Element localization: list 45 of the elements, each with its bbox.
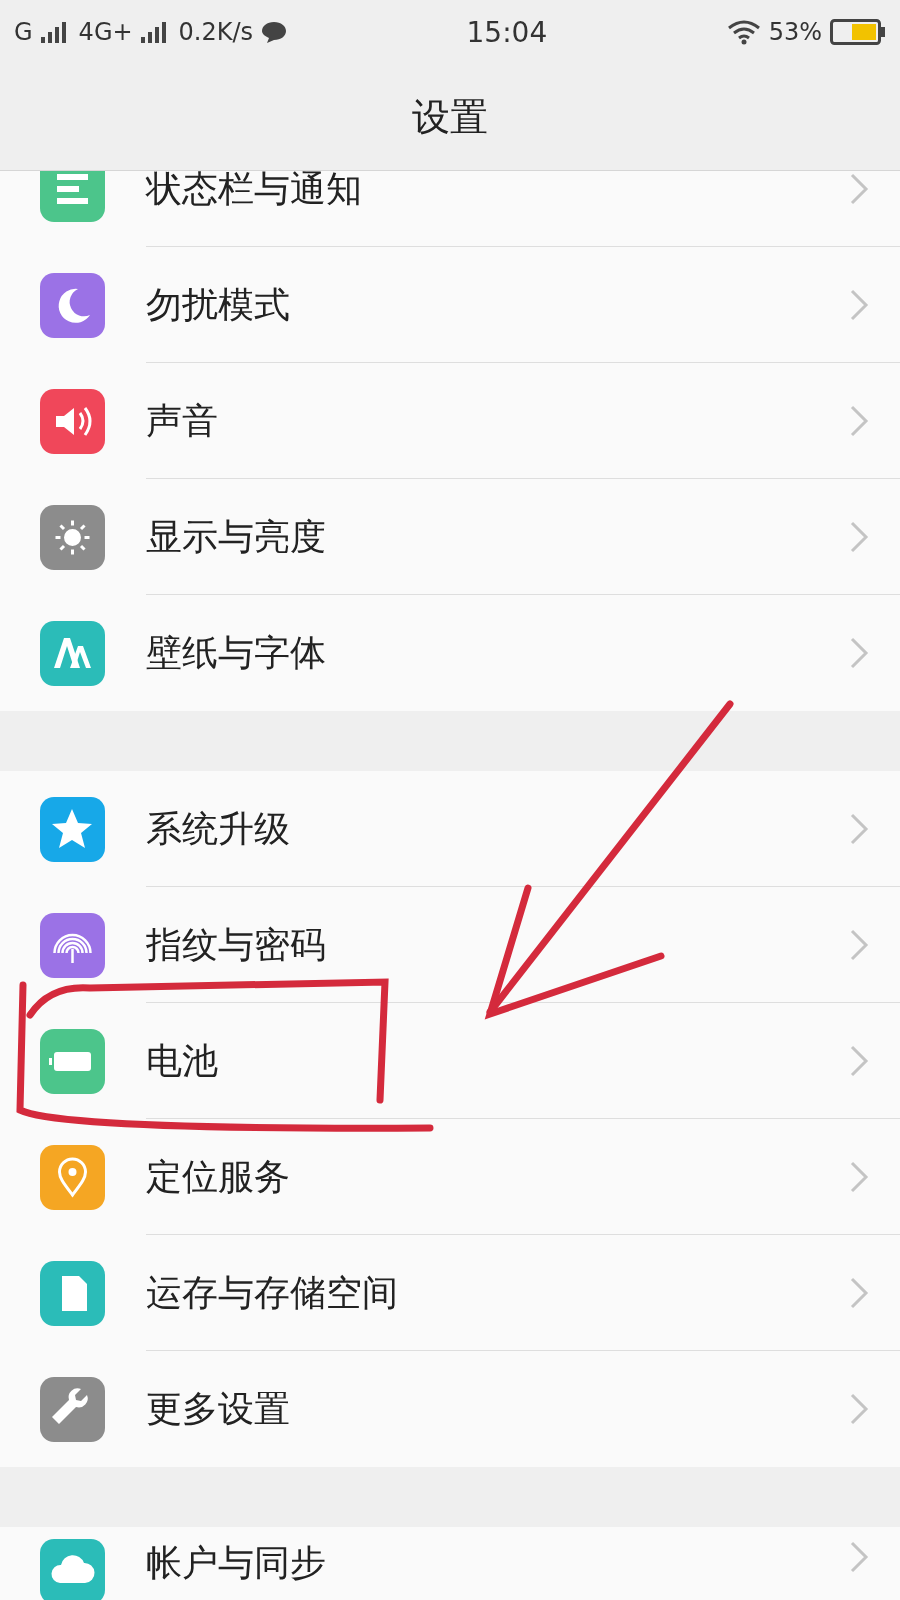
network-label: 4G+ — [78, 18, 133, 46]
settings-item[interactable]: 帐户与同步 — [0, 1527, 900, 1600]
chevron-right-icon — [848, 1043, 870, 1079]
settings-item[interactable]: 定位服务 — [0, 1119, 900, 1235]
settings-label: 电池 — [146, 1038, 219, 1083]
settings-item[interactable]: 指纹与密码 — [0, 887, 900, 1003]
settings-item[interactable]: 壁纸与字体 — [0, 595, 900, 711]
settings-label: 帐户与同步 — [146, 1541, 327, 1585]
chevron-right-icon — [848, 287, 870, 323]
clock: 15:04 — [466, 15, 548, 49]
settings-label: 系统升级 — [146, 806, 291, 851]
settings-label: 壁纸与字体 — [146, 630, 327, 675]
settings-item[interactable]: 勿扰模式 — [0, 247, 900, 363]
chevron-right-icon — [848, 1159, 870, 1195]
battery-icon — [830, 19, 886, 45]
chevron-right-icon — [848, 519, 870, 555]
settings-label: 运存与存储空间 — [146, 1270, 399, 1315]
wifi-icon — [726, 19, 761, 45]
settings-item[interactable]: 状态栏与通知 — [0, 171, 900, 247]
battery-percent: 53% — [768, 18, 822, 46]
settings-item[interactable]: 运存与存储空间 — [0, 1235, 900, 1351]
settings-label: 指纹与密码 — [146, 922, 327, 967]
settings-item[interactable]: 更多设置 — [0, 1351, 900, 1467]
chevron-right-icon — [848, 1275, 870, 1311]
chevron-right-icon — [848, 171, 870, 207]
speed-label: 0.2K/s — [178, 18, 254, 46]
settings-label: 更多设置 — [146, 1386, 291, 1431]
chevron-right-icon — [848, 635, 870, 671]
settings-item[interactable]: 系统升级 — [0, 771, 900, 887]
settings-label: 定位服务 — [146, 1154, 291, 1199]
chevron-right-icon — [848, 1391, 870, 1427]
chevron-right-icon — [848, 403, 870, 439]
page-title: 设置 — [412, 93, 488, 141]
settings-label: 显示与亮度 — [146, 514, 327, 559]
chevron-right-icon — [848, 927, 870, 963]
settings-label: 勿扰模式 — [146, 282, 291, 327]
settings-item[interactable]: 显示与亮度 — [0, 479, 900, 595]
chevron-right-icon — [848, 1539, 870, 1575]
settings-label: 声音 — [146, 398, 219, 443]
settings-label: 状态栏与通知 — [146, 171, 363, 211]
chat-bubble-icon — [261, 20, 288, 44]
carrier-label: G — [14, 18, 33, 46]
settings-item[interactable]: 声音 — [0, 363, 900, 479]
chevron-right-icon — [848, 811, 870, 847]
settings-item[interactable]: 电池 — [0, 1003, 900, 1119]
